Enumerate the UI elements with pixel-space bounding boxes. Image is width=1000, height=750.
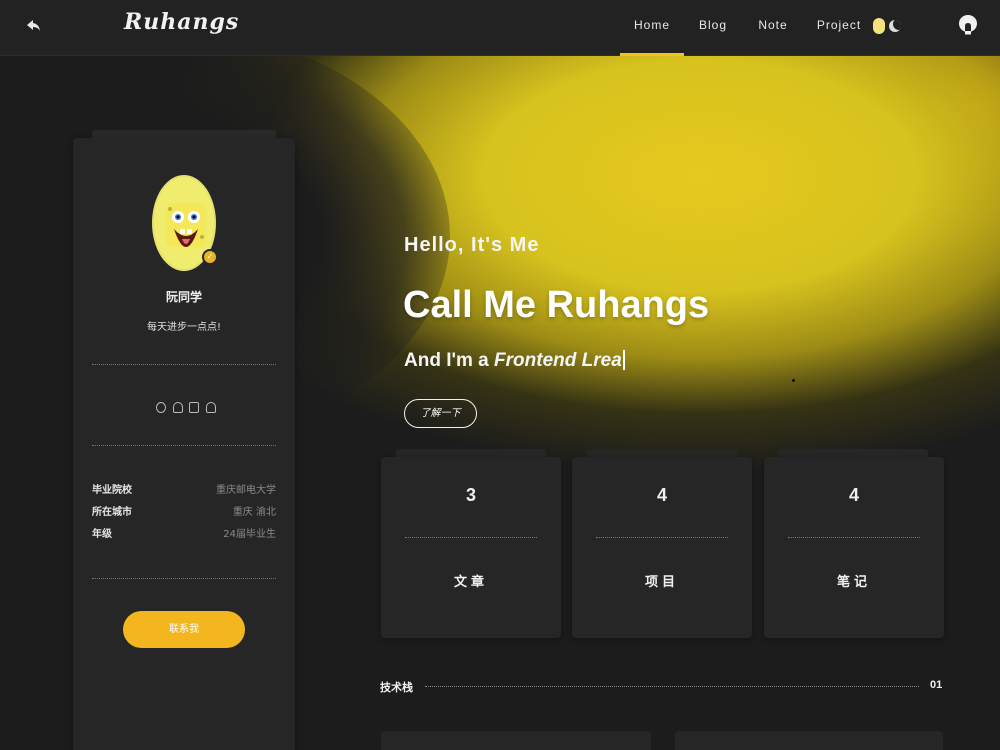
sun-icon <box>873 18 885 34</box>
info-row-school: 毕业院校 重庆邮电大学 <box>92 483 276 505</box>
qq-icon[interactable] <box>205 401 216 413</box>
tech-card[interactable] <box>381 731 651 750</box>
info-label: 所在城市 <box>92 507 132 518</box>
stat-card-notes[interactable]: 4 笔记 <box>764 457 944 638</box>
divider <box>92 578 276 579</box>
section-divider <box>425 686 919 687</box>
hero-role: And I'm a Frontend Lrea <box>404 350 625 372</box>
hero-role-prefix: And I'm a <box>404 350 495 371</box>
contact-button[interactable]: 联系我 <box>123 611 245 648</box>
nav-note[interactable]: Note <box>742 0 804 56</box>
tech-card[interactable] <box>675 731 943 750</box>
avatar-badge-icon: ✓ <box>202 249 218 265</box>
stat-label: 笔记 <box>836 575 871 590</box>
divider <box>405 537 537 538</box>
site-logo[interactable]: Ruhangs <box>124 9 239 35</box>
hero-greeting: Hello, It's Me <box>404 234 540 256</box>
hero-title: Call Me Ruhangs <box>403 284 710 326</box>
back-button[interactable] <box>22 14 46 38</box>
profile-info: 毕业院校 重庆邮电大学 所在城市 重庆 渝北 年级 24届毕业生 <box>92 483 276 549</box>
section-index: 01 <box>930 679 943 691</box>
divider <box>92 364 276 365</box>
mail-icon[interactable] <box>189 401 200 413</box>
info-label: 年级 <box>92 529 112 540</box>
divider <box>92 445 276 446</box>
nav-blog[interactable]: Blog <box>684 0 742 56</box>
info-value: 重庆 渝北 <box>232 507 276 518</box>
info-row-city: 所在城市 重庆 渝北 <box>92 505 276 527</box>
divider <box>788 537 920 538</box>
back-arrow-icon <box>27 20 40 31</box>
theme-toggle[interactable] <box>873 16 905 36</box>
wechat-icon[interactable] <box>156 401 166 413</box>
top-navbar: Ruhangs Home Blog Note Project <box>0 0 1000 56</box>
github-icon[interactable] <box>958 14 978 36</box>
main-nav: Home Blog Note Project <box>620 0 874 56</box>
stat-value: 3 <box>465 485 476 505</box>
info-row-grade: 年级 24届毕业生 <box>92 527 276 549</box>
stat-label: 文章 <box>453 575 488 590</box>
profile-name: 阮同学 <box>165 290 202 304</box>
profile-card: ✓ 阮同学 每天进步一点点! 毕业院校 重庆邮电大学 所在城市 重庆 渝北 年级… <box>73 138 295 750</box>
hero-role-typed: Frontend Lrea <box>494 350 622 371</box>
section-title: 技术栈 <box>380 681 413 694</box>
profile-motto: 每天进步一点点! <box>146 322 221 333</box>
social-links <box>156 400 216 414</box>
info-value: 重庆邮电大学 <box>216 485 276 496</box>
decor-dot <box>792 379 795 382</box>
info-value: 24届毕业生 <box>223 529 276 540</box>
learn-more-button[interactable]: 了解一下 <box>404 399 477 428</box>
stat-card-articles[interactable]: 3 文章 <box>381 457 561 638</box>
moon-icon <box>889 20 901 32</box>
nav-project[interactable]: Project <box>804 0 874 56</box>
divider <box>596 537 728 538</box>
avatar[interactable]: ✓ <box>152 175 218 271</box>
info-label: 毕业院校 <box>92 485 132 496</box>
stat-label: 项目 <box>644 575 679 590</box>
stat-value: 4 <box>848 485 859 505</box>
typing-cursor <box>622 350 625 370</box>
github-icon[interactable] <box>172 401 183 413</box>
stat-value: 4 <box>656 485 667 505</box>
stat-card-projects[interactable]: 4 项目 <box>572 457 752 638</box>
nav-home[interactable]: Home <box>620 0 684 56</box>
